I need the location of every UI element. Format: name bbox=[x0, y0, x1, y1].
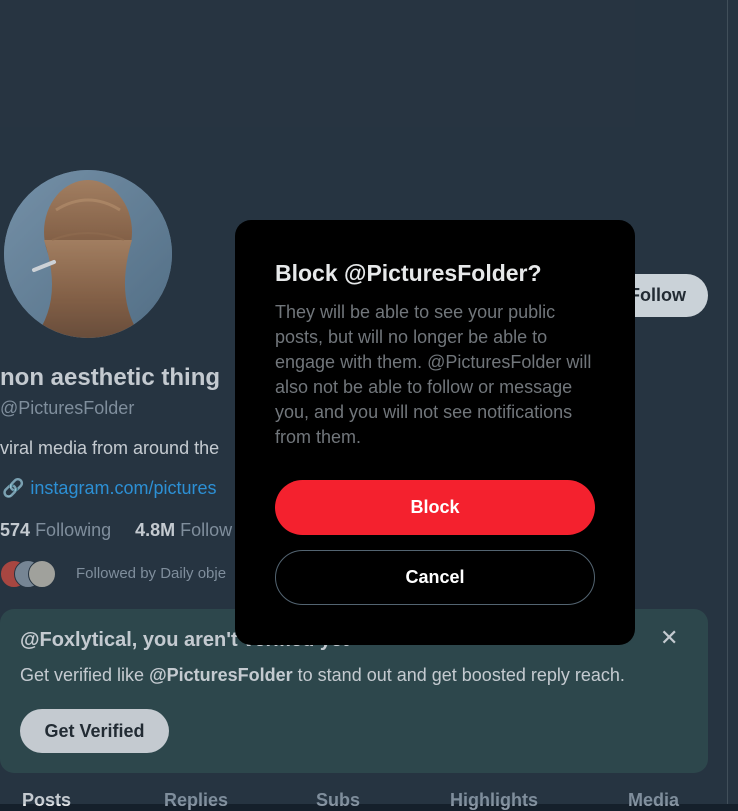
block-button[interactable]: Block bbox=[275, 480, 595, 535]
dialog-body: They will be able to see your public pos… bbox=[275, 302, 592, 447]
block-confirm-dialog: Block @PicturesFolder? They will be able… bbox=[235, 220, 635, 645]
dialog-title: Block @PicturesFolder? bbox=[275, 260, 542, 286]
cancel-button[interactable]: Cancel bbox=[275, 550, 595, 605]
